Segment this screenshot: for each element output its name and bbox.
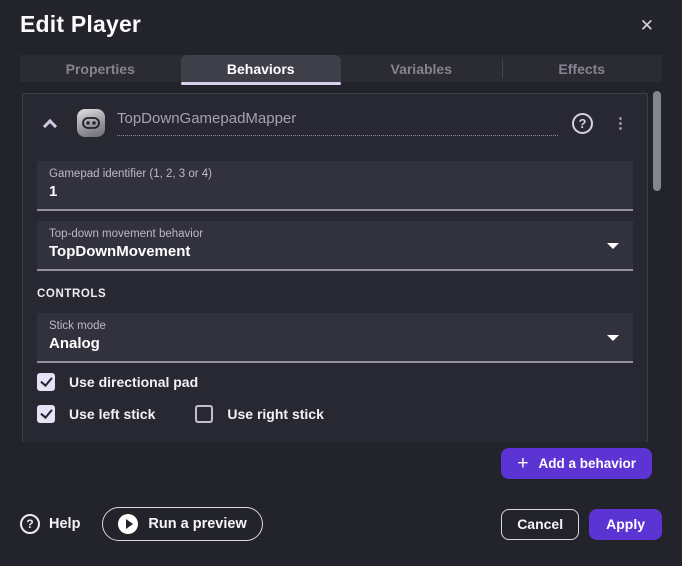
cancel-button[interactable]: Cancel — [501, 509, 579, 540]
stick-mode-select[interactable]: Stick mode Analog — [37, 313, 633, 363]
run-preview-label: Run a preview — [148, 516, 246, 532]
page-title: Edit Player — [20, 11, 141, 38]
caret-down-icon — [607, 243, 619, 249]
tab-bar: Properties Behaviors Variables Effects — [20, 55, 662, 82]
movement-behavior-label: Top-down movement behavior — [49, 228, 621, 240]
checkbox-row: Use left stick Use right stick — [37, 405, 633, 423]
plus-icon: + — [517, 454, 528, 473]
dialog-header: Edit Player ✕ — [0, 0, 682, 38]
add-behavior-row: + Add a behavior — [0, 448, 652, 479]
active-tab-underline — [181, 82, 342, 85]
gamepad-identifier-input[interactable]: Gamepad identifier (1, 2, 3 or 4) 1 — [37, 161, 633, 211]
behavior-help-icon[interactable]: ? — [572, 113, 593, 134]
checkbox-row: Use directional pad — [37, 373, 633, 391]
caret-down-icon — [607, 335, 619, 341]
gamepad-identifier-label: Gamepad identifier (1, 2, 3 or 4) — [49, 168, 621, 180]
behavior-card-header: TopDownGamepadMapper ? ⋮ — [23, 94, 647, 137]
movement-behavior-value: TopDownMovement — [49, 243, 621, 260]
scrollbar-track[interactable] — [652, 90, 662, 442]
apply-button[interactable]: Apply — [589, 509, 662, 540]
play-icon — [118, 514, 138, 534]
close-icon[interactable]: ✕ — [632, 13, 662, 38]
help-button[interactable]: ? Help — [20, 514, 80, 534]
behavior-name-field[interactable]: TopDownGamepadMapper — [117, 110, 558, 136]
use-directional-pad-checkbox[interactable] — [37, 373, 55, 391]
behavior-name: TopDownGamepadMapper — [117, 110, 296, 127]
help-label: Help — [49, 516, 80, 532]
behavior-card: TopDownGamepadMapper ? ⋮ Gamepad identif… — [22, 93, 648, 442]
scrollbar-thumb[interactable] — [653, 91, 661, 191]
use-left-stick-label[interactable]: Use left stick — [69, 406, 155, 422]
tab-properties[interactable]: Properties — [20, 55, 181, 82]
tab-behaviors[interactable]: Behaviors — [181, 55, 342, 82]
stick-mode-value: Analog — [49, 335, 621, 352]
run-preview-button[interactable]: Run a preview — [102, 507, 262, 541]
tab-effects[interactable]: Effects — [502, 55, 663, 82]
movement-behavior-select[interactable]: Top-down movement behavior TopDownMoveme… — [37, 221, 633, 271]
more-options-icon[interactable]: ⋮ — [608, 114, 633, 132]
tab-divider — [502, 59, 503, 78]
gamepad-identifier-value: 1 — [49, 183, 621, 200]
behaviors-scroll-area: TopDownGamepadMapper ? ⋮ Gamepad identif… — [20, 90, 662, 442]
use-directional-pad-label[interactable]: Use directional pad — [69, 374, 198, 390]
controls-section-label: CONTROLS — [37, 288, 633, 300]
tab-variables[interactable]: Variables — [341, 55, 502, 82]
collapse-chevron-up-icon[interactable] — [43, 119, 57, 133]
gamepad-icon — [77, 109, 105, 137]
help-icon: ? — [20, 514, 40, 534]
add-behavior-button[interactable]: + Add a behavior — [501, 448, 652, 479]
stick-mode-label: Stick mode — [49, 320, 621, 332]
dialog-footer: ? Help Run a preview Cancel Apply — [20, 507, 662, 541]
use-left-stick-checkbox[interactable] — [37, 405, 55, 423]
add-behavior-label: Add a behavior — [538, 456, 636, 471]
use-right-stick-label[interactable]: Use right stick — [227, 406, 323, 422]
use-right-stick-checkbox[interactable] — [195, 405, 213, 423]
